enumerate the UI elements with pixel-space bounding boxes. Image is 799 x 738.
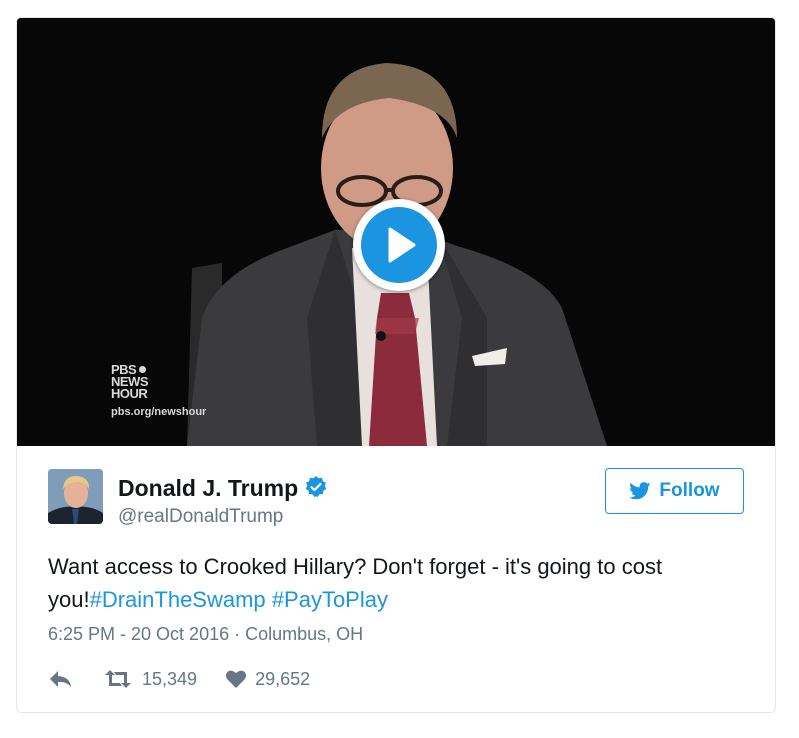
meta-separator: · [234, 624, 241, 644]
tweet-card: PBS NEWS HOUR pbs.org/newshour Donald J.… [16, 17, 776, 713]
video-player[interactable]: PBS NEWS HOUR pbs.org/newshour [17, 18, 775, 446]
user-name-text[interactable]: Donald J. Trump [118, 475, 298, 501]
tweet-actions: 15,349 29,652 [48, 666, 310, 692]
avatar[interactable] [48, 469, 103, 524]
reply-icon [50, 671, 71, 687]
play-button-fill [361, 207, 437, 283]
like-count: 29,652 [255, 668, 311, 689]
like-button[interactable]: 29,652 [197, 669, 310, 690]
hashtag-drain-the-swamp[interactable]: #DrainTheSwamp [90, 587, 266, 612]
play-icon [388, 227, 416, 263]
pbs-dot-icon [139, 366, 147, 373]
reply-button[interactable] [48, 669, 104, 689]
user-display-name[interactable]: Donald J. Trump [118, 475, 328, 502]
retweet-button[interactable]: 15,349 [104, 669, 197, 690]
tweet-meta: 6:25 PM - 20 Oct 2016 · Columbus, OH [48, 624, 363, 645]
tweet-timestamp[interactable]: 6:25 PM - 20 Oct 2016 [48, 624, 229, 644]
play-button[interactable] [353, 199, 445, 291]
tweet-location[interactable]: Columbus, OH [245, 624, 363, 644]
hashtag-pay-to-play[interactable]: #PayToPlay [272, 587, 388, 612]
tweet-text: Want access to Crooked Hillary? Don't fo… [48, 550, 748, 616]
heart-icon [225, 670, 247, 688]
verified-badge-icon [305, 476, 327, 497]
follow-button[interactable]: Follow [605, 468, 744, 514]
user-handle[interactable]: @realDonaldTrump [118, 506, 283, 528]
retweet-icon [105, 670, 131, 688]
follow-label: Follow [659, 480, 720, 501]
twitter-bird-icon [629, 482, 651, 500]
retweet-count: 15,349 [142, 668, 198, 689]
watermark-url: pbs.org/newshour [111, 406, 207, 418]
pbs-newshour-watermark: PBS NEWS HOUR pbs.org/newshour [111, 363, 221, 418]
watermark-line3: HOUR [111, 386, 148, 401]
avatar-image [48, 469, 103, 524]
